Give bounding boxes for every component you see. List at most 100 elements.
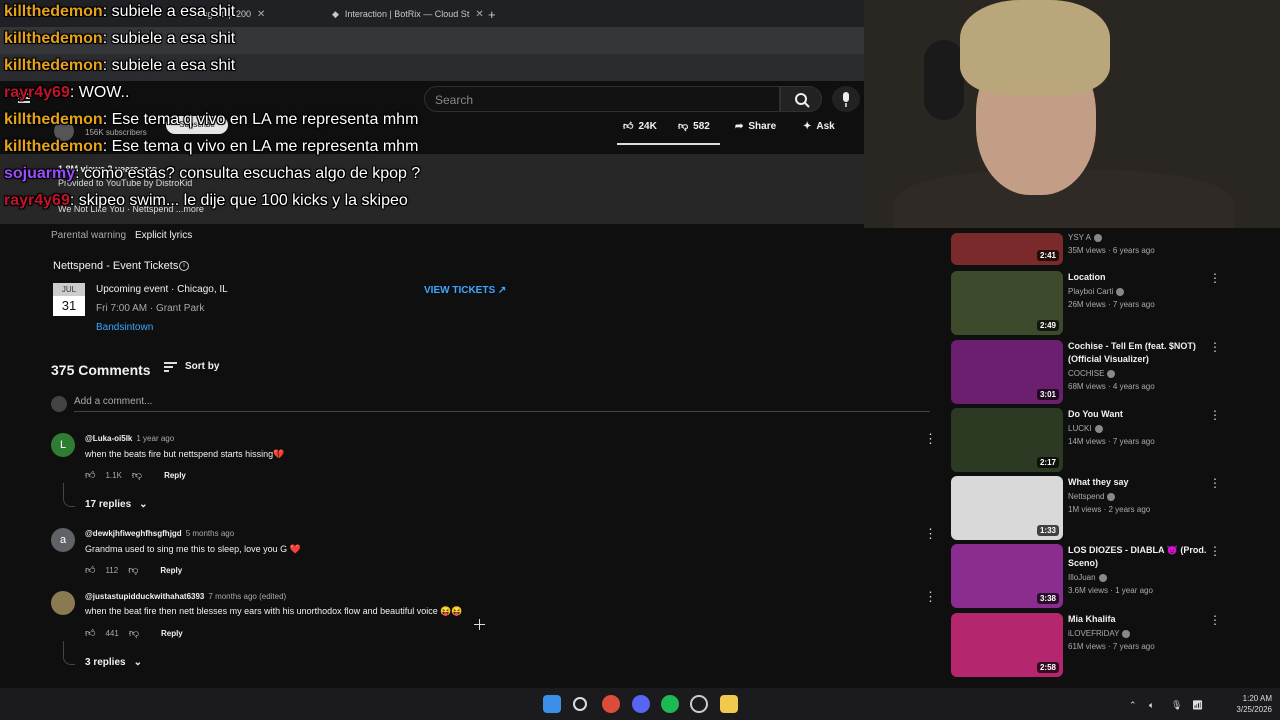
chat-text: : Ese tema q vivo en LA me representa mh…: [102, 138, 419, 155]
comment-author[interactable]: @Luka-oi5lk 1 year ago: [85, 434, 174, 443]
search-icon[interactable]: [573, 697, 587, 711]
channel-name[interactable]: YSY A: [1068, 233, 1091, 242]
video-title[interactable]: Do You Want: [1068, 408, 1218, 421]
video-thumbnail[interactable]: 2:41: [951, 233, 1063, 265]
video-thumbnail[interactable]: 2:58: [951, 613, 1063, 677]
more-options-icon[interactable]: ⋮: [1209, 340, 1221, 354]
discord-icon[interactable]: [632, 695, 650, 713]
thumbs-down-icon[interactable]: 👎︎: [132, 469, 142, 481]
folder-icon[interactable]: [720, 695, 738, 713]
comment-username[interactable]: @justastupidduckwithahat6393: [85, 592, 204, 601]
windows-start-icon[interactable]: [543, 695, 561, 713]
spotify-icon[interactable]: [661, 695, 679, 713]
more-options-icon[interactable]: ⋮: [1209, 271, 1221, 285]
recommended-video[interactable]: 3:01 Cochise - Tell Em (feat. $NOT) (Off…: [951, 340, 1241, 406]
browser-tab[interactable]: ◆ Interaction | BotRix — Cloud St ✕: [332, 4, 484, 24]
channel-name[interactable]: Playboi Carti: [1068, 287, 1113, 296]
comment-username[interactable]: @dewkjhfiweghfhsgfhjgd: [85, 529, 182, 538]
recommended-video[interactable]: 1:33 What they say Nettspend 1M views · …: [951, 476, 1241, 542]
reply-button[interactable]: Reply: [160, 566, 182, 575]
dislike-count: 582: [693, 120, 710, 132]
system-clock[interactable]: 1:20 AM 3/25/2026: [1220, 693, 1272, 715]
more-options-icon[interactable]: ⋮: [924, 589, 937, 605]
channel-name[interactable]: IlloJuan: [1068, 573, 1096, 582]
event-source-link[interactable]: Bandsintown: [96, 322, 153, 333]
mic-button[interactable]: [832, 86, 860, 112]
recommended-video[interactable]: 3:38 LOS DIOZES - DIABLA 👿 (Prod. Sceno)…: [951, 544, 1241, 610]
comment-avatar[interactable]: L: [51, 433, 75, 457]
video-title[interactable]: Location: [1068, 271, 1218, 284]
thumbs-up-icon[interactable]: 👍︎: [85, 469, 95, 481]
comment-author[interactable]: @justastupidduckwithahat6393 7 months ago…: [85, 592, 286, 601]
more-options-icon[interactable]: ⋮: [924, 431, 937, 447]
like-button[interactable]: 👍︎ 24K: [623, 116, 657, 136]
video-thumbnail[interactable]: 2:17: [951, 408, 1063, 472]
video-channel[interactable]: Playboi Carti: [1068, 287, 1125, 296]
comment-time[interactable]: 1 year ago: [136, 434, 174, 443]
channel-name[interactable]: Nettspend: [1068, 492, 1104, 501]
thumbs-down-icon[interactable]: 👎︎: [129, 627, 139, 639]
replies-toggle[interactable]: 17 replies ⌄: [85, 499, 148, 510]
mic-icon[interactable]: 🎙︎: [1171, 700, 1182, 711]
more-options-icon[interactable]: ⋮: [1209, 544, 1221, 558]
recommended-video[interactable]: 2:58 Mia Khalifa iLOVEFRiDAY 61M views ·…: [951, 613, 1241, 679]
recommended-video[interactable]: 2:17 Do You Want LUCKI 14M views · 7 yea…: [951, 408, 1241, 474]
chevron-up-icon[interactable]: ⌃: [1129, 700, 1137, 711]
video-channel[interactable]: iLOVEFRiDAY: [1068, 629, 1131, 638]
more-options-icon[interactable]: ⋮: [1209, 408, 1221, 422]
search-button[interactable]: [780, 86, 822, 112]
channel-name[interactable]: iLOVEFRiDAY: [1068, 629, 1119, 638]
video-thumbnail[interactable]: 3:38: [951, 544, 1063, 608]
channel-name[interactable]: LUCKI: [1068, 424, 1092, 433]
video-channel[interactable]: Nettspend: [1068, 492, 1116, 501]
reply-button[interactable]: Reply: [164, 471, 186, 480]
recommended-video[interactable]: 2:49 Location Playboi Carti 26M views · …: [951, 271, 1241, 337]
video-channel[interactable]: COCHISE: [1068, 369, 1116, 378]
video-title[interactable]: LOS DIOZES - DIABLA 👿 (Prod. Sceno): [1068, 544, 1218, 570]
more-options-icon[interactable]: ⋮: [924, 526, 937, 542]
more-options-icon[interactable]: ⋮: [1209, 476, 1221, 490]
comment-avatar[interactable]: a: [51, 528, 75, 552]
comment-avatar[interactable]: [51, 591, 75, 615]
more-options-icon[interactable]: ⋮: [1209, 613, 1221, 627]
dislike-button[interactable]: 👎︎ 582: [678, 116, 710, 136]
sort-button[interactable]: Sort by: [164, 361, 219, 372]
reply-button[interactable]: Reply: [161, 629, 183, 638]
close-icon[interactable]: ✕: [257, 9, 265, 20]
settings-icon[interactable]: [690, 695, 708, 713]
comment-username[interactable]: @Luka-oi5lk: [85, 434, 132, 443]
wifi-icon[interactable]: 📶︎: [1192, 700, 1203, 711]
ask-label: Ask: [816, 120, 835, 132]
video-title[interactable]: Cochise - Tell Em (feat. $NOT) (Official…: [1068, 340, 1218, 366]
comment-time[interactable]: 5 months ago: [186, 529, 234, 538]
video-title[interactable]: What they say: [1068, 476, 1218, 489]
thumbs-up-icon[interactable]: 👍︎: [85, 564, 95, 576]
video-thumbnail[interactable]: 2:49: [951, 271, 1063, 335]
video-title[interactable]: Mia Khalifa: [1068, 613, 1218, 626]
chrome-icon[interactable]: [602, 695, 620, 713]
video-channel[interactable]: IlloJuan: [1068, 573, 1107, 582]
thumbs-down-icon[interactable]: 👎︎: [128, 564, 138, 576]
chat-text: : WOW..: [69, 84, 130, 101]
video-thumbnail[interactable]: 3:01: [951, 340, 1063, 404]
comment-author[interactable]: @dewkjhfiweghfhsgfhjgd 5 months ago: [85, 529, 234, 538]
recommended-video[interactable]: 2:41 YSY A 35M views · 6 years ago: [951, 233, 1241, 267]
share-button[interactable]: ➦ Share: [735, 116, 776, 136]
view-tickets-link[interactable]: VIEW TICKETS ↗: [424, 285, 506, 296]
comment-time[interactable]: 7 months ago (edited): [208, 592, 286, 601]
ask-button[interactable]: ✦ Ask: [803, 116, 835, 136]
speaker-icon[interactable]: 🔈︎: [1149, 700, 1154, 711]
chat-username: sojuarmy: [4, 165, 76, 182]
new-tab-button[interactable]: +: [488, 4, 496, 24]
search-input[interactable]: Search: [424, 86, 780, 112]
close-icon[interactable]: ✕: [475, 9, 483, 20]
video-thumbnail[interactable]: 1:33: [951, 476, 1063, 540]
video-channel[interactable]: LUCKI: [1068, 424, 1103, 433]
channel-name[interactable]: COCHISE: [1068, 369, 1104, 378]
info-icon[interactable]: i: [179, 261, 189, 271]
thumbs-up-icon[interactable]: 👍︎: [85, 627, 95, 639]
replies-toggle[interactable]: 3 replies ⌄: [85, 657, 142, 668]
add-comment-input[interactable]: Add a comment...: [74, 396, 930, 412]
like-ratio-bar: [617, 143, 720, 145]
video-channel[interactable]: YSY A: [1068, 233, 1102, 242]
